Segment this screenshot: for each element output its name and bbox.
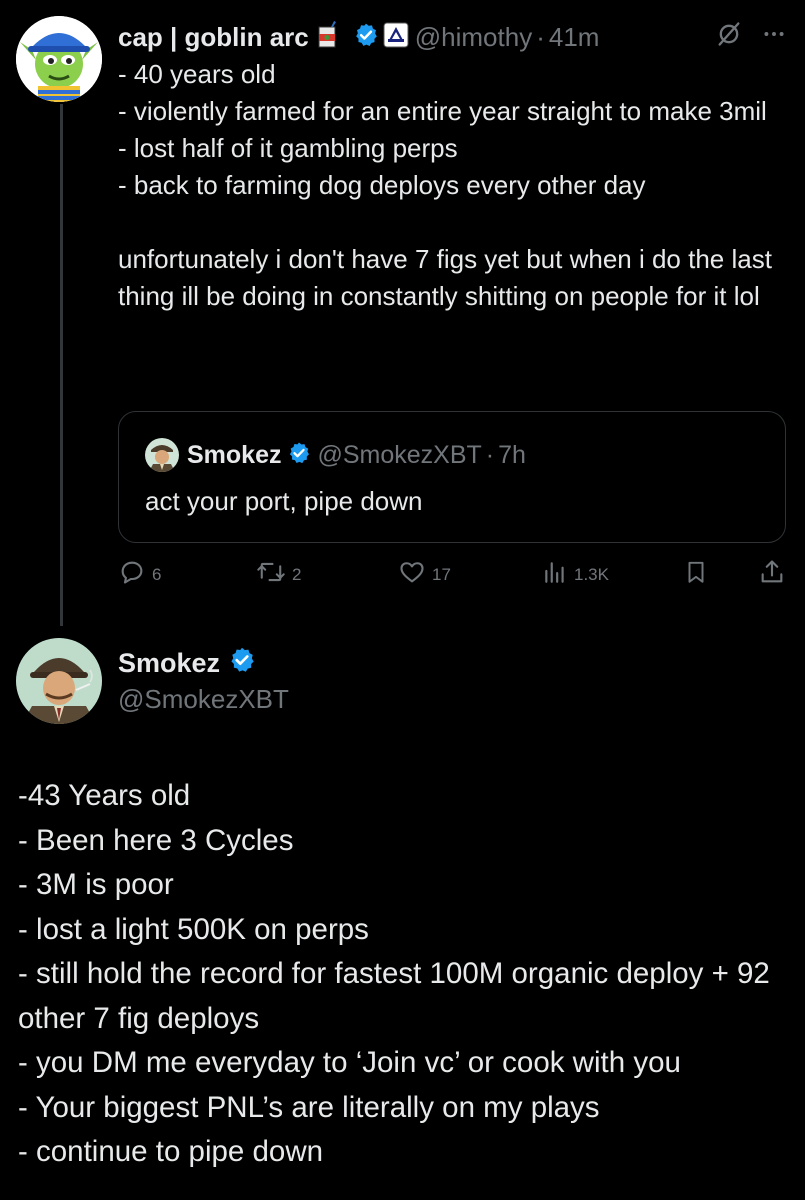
repost-icon [256,558,286,591]
quote-text: act your port, pipe down [145,486,423,516]
reply-author-name-row: Smokez [118,646,256,681]
separator-dot: · [485,440,495,469]
smokez-avatar-icon [145,438,179,472]
reply-icon [118,558,146,591]
tweet-top-icons [715,20,787,53]
quote-author-name[interactable]: Smokez [187,441,281,470]
quote-header: Smokez @SmokezXBT · 7h [145,438,526,472]
views-count: 1.3K [574,564,609,584]
views-button[interactable]: 1.3K [542,558,609,591]
separator-dot: · [536,21,545,52]
juice-box-emoji [317,20,339,54]
bookmark-icon [683,558,709,591]
share-icon [758,558,786,591]
like-icon [398,558,426,591]
affiliate-badge-icon[interactable] [383,22,409,53]
verified-badge-icon[interactable] [228,646,256,681]
goblin-avatar-icon [16,16,102,102]
reply-text: -43 Years old - Been here 3 Cycles - 3M … [18,779,770,1168]
like-button[interactable]: 17 [398,558,451,591]
verified-badge-icon[interactable] [287,441,311,470]
thread-line [60,104,63,626]
reply-button[interactable]: 6 [118,558,161,591]
reply-author-name[interactable]: Smokez [118,648,220,679]
tweet-header: cap | goblin arc @himothy · 41m [118,18,599,56]
share-button[interactable] [758,558,786,591]
tweet-actions: 6 2 17 1.3K [118,558,788,598]
views-icon [542,558,568,591]
author-avatar[interactable] [16,16,102,102]
quote-author-handle[interactable]: @SmokezXBT [317,441,481,470]
more-icon[interactable] [761,21,787,52]
repost-button[interactable]: 2 [256,558,301,591]
quote-avatar[interactable] [145,438,179,472]
grok-icon[interactable] [715,20,743,53]
repost-count: 2 [292,564,302,584]
reply-author-handle[interactable]: @SmokezXBT [118,684,289,715]
tweet-text: - 40 years old - violently farmed for an… [118,59,772,311]
author-handle[interactable]: @himothy [415,22,532,53]
smokez-avatar-icon [16,638,102,724]
author-name[interactable]: cap | goblin arc [118,22,309,53]
reply-author-avatar[interactable] [16,638,102,724]
verified-badge-icon[interactable] [353,22,379,53]
quote-time[interactable]: 7h [498,441,526,470]
bookmark-button[interactable] [683,558,709,591]
like-count: 17 [432,564,451,584]
quote-tweet-card[interactable]: Smokez @SmokezXBT · 7h act your port, pi… [118,411,786,543]
tweet-time[interactable]: 41m [549,22,600,53]
reply-count: 6 [152,564,162,584]
